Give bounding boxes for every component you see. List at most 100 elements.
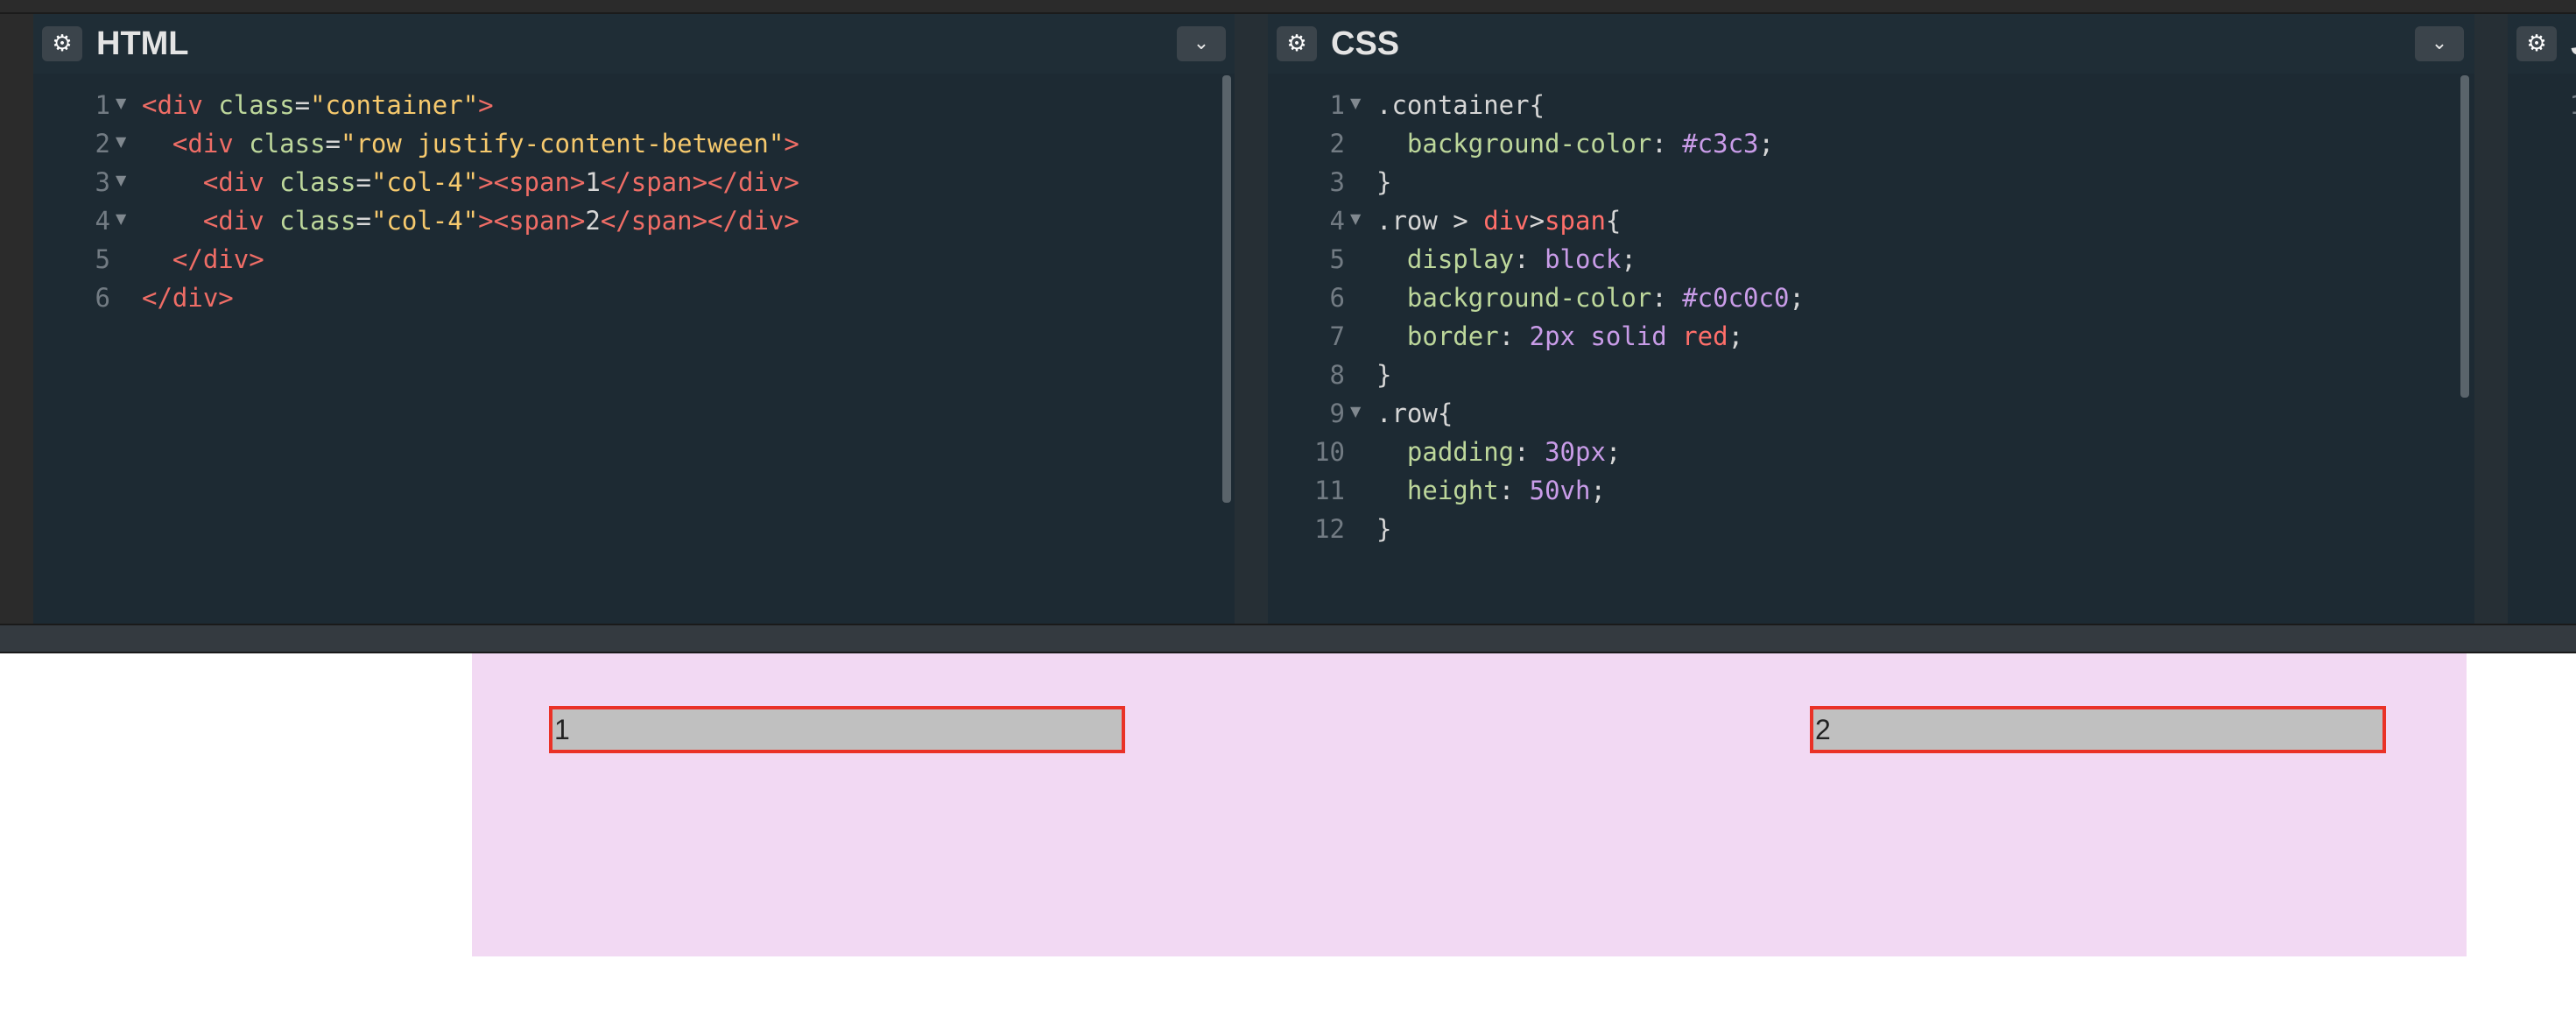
settings-gear-icon[interactable]: ⚙ bbox=[42, 26, 82, 61]
code-line[interactable]: 6 </div> bbox=[33, 279, 1235, 317]
code-token: div bbox=[1483, 206, 1530, 236]
code-token: > bbox=[784, 129, 799, 159]
code-text: .row > div>span{ bbox=[1376, 201, 1621, 240]
top-window-strip bbox=[0, 0, 2576, 14]
code-token: </span></div> bbox=[600, 206, 799, 236]
code-token: "col-4" bbox=[370, 167, 479, 197]
code-line[interactable]: 6 background-color: #c0c0c0; bbox=[1268, 279, 2474, 317]
code-token: = bbox=[294, 90, 311, 120]
fold-arrow-icon[interactable]: ▼ bbox=[1350, 200, 1361, 238]
code-token: } bbox=[1376, 514, 1392, 544]
code-token: .row{ bbox=[1376, 399, 1453, 428]
code-token: #c3c3 bbox=[1682, 129, 1759, 159]
code-token: .container{ bbox=[1376, 90, 1545, 120]
js-code-editor[interactable]: 1 bbox=[2508, 86, 2576, 624]
code-line[interactable]: 5 </div> bbox=[33, 240, 1235, 279]
css-code-editor[interactable]: 1 ▼ .container{2 background-color: #c3c3; 3… bbox=[1268, 86, 2474, 624]
code-token: block bbox=[1545, 244, 1622, 274]
settings-gear-icon[interactable]: ⚙ bbox=[2516, 26, 2557, 61]
code-line[interactable]: 7 border: 2px solid red; bbox=[1268, 317, 2474, 356]
code-line[interactable]: 8} bbox=[1268, 356, 2474, 394]
line-number: 4 bbox=[1329, 206, 1345, 236]
code-line[interactable]: 3 ▼ <div class="col-4"><span>1</span></di… bbox=[33, 163, 1235, 201]
fold-arrow-icon[interactable]: ▼ bbox=[116, 123, 126, 161]
code-line[interactable]: 9 ▼ .row{ bbox=[1268, 394, 2474, 433]
code-token: <div bbox=[202, 167, 280, 197]
code-token: : bbox=[1651, 129, 1683, 159]
code-token: 2 bbox=[585, 206, 601, 236]
fold-arrow-icon[interactable]: ▼ bbox=[116, 200, 126, 238]
fold-arrow-icon[interactable]: ▼ bbox=[116, 84, 126, 123]
code-text: <div class="col-4"><span>1</span></div> bbox=[142, 163, 799, 201]
code-token: "col-4" bbox=[370, 206, 479, 236]
css-editor-scrollbar[interactable] bbox=[2460, 75, 2469, 398]
code-text: } bbox=[1376, 163, 1391, 201]
code-text: </div> bbox=[142, 279, 234, 317]
code-token: } bbox=[1376, 360, 1392, 390]
code-text: } bbox=[1376, 510, 1391, 548]
code-token: red bbox=[1682, 321, 1728, 351]
fold-arrow-icon[interactable]: ▼ bbox=[1350, 84, 1361, 123]
line-number: 5 bbox=[1329, 244, 1345, 274]
html-panel-header: ⚙ HTML ⌄ bbox=[33, 14, 1235, 74]
chevron-down-icon[interactable]: ⌄ bbox=[2415, 26, 2464, 61]
code-line[interactable]: 11 height: 50vh; bbox=[1268, 471, 2474, 510]
code-token: </div> bbox=[172, 244, 264, 274]
code-text: height: 50vh; bbox=[1376, 471, 1606, 510]
code-token: .row > bbox=[1376, 206, 1484, 236]
code-token: > bbox=[478, 90, 494, 120]
line-number: 12 bbox=[1314, 514, 1345, 544]
code-token: : bbox=[1514, 437, 1545, 467]
line-number: 6 bbox=[95, 283, 110, 313]
code-text: <div class="col-4"><span>2</span></div> bbox=[142, 201, 799, 240]
code-token: = bbox=[355, 167, 371, 197]
fold-arrow-icon[interactable]: ▼ bbox=[1350, 392, 1361, 431]
code-line[interactable]: 1 bbox=[2508, 86, 2576, 124]
code-line[interactable]: 10 padding: 30px; bbox=[1268, 433, 2474, 471]
editor-preview-resizer[interactable] bbox=[0, 624, 2576, 653]
code-text: display: block; bbox=[1376, 240, 1636, 279]
chevron-down-icon[interactable]: ⌄ bbox=[1177, 26, 1226, 61]
code-token: background-color bbox=[1406, 283, 1652, 313]
code-token: <div bbox=[202, 206, 280, 236]
panel-divider[interactable] bbox=[2474, 14, 2508, 624]
code-line[interactable]: 5 display: block; bbox=[1268, 240, 2474, 279]
line-number: 1 bbox=[2508, 86, 2576, 124]
code-line[interactable]: 2 background-color: #c3c3; bbox=[1268, 124, 2474, 163]
code-line[interactable]: 4 ▼ .row > div>span{ bbox=[1268, 201, 2474, 240]
js-panel-header: ⚙ JS bbox=[2508, 14, 2576, 74]
html-editor-scrollbar[interactable] bbox=[1222, 75, 1231, 503]
preview-container: 1 2 bbox=[472, 653, 2467, 956]
settings-gear-icon[interactable]: ⚙ bbox=[1277, 26, 1317, 61]
code-token: ; bbox=[1621, 244, 1636, 274]
code-text: <div class="row justify-content-between"… bbox=[142, 124, 799, 163]
code-token: height bbox=[1406, 476, 1499, 505]
preview-span-2: 2 bbox=[1810, 706, 2386, 753]
code-token: padding bbox=[1406, 437, 1515, 467]
code-line[interactable]: 12} bbox=[1268, 510, 2474, 548]
js-panel-title: JS bbox=[2571, 19, 2576, 68]
css-panel-header: ⚙ CSS ⌄ bbox=[1268, 14, 2474, 74]
code-line[interactable]: 2 ▼ <div class="row justify-content-betwe… bbox=[33, 124, 1235, 163]
html-code-editor[interactable]: 1 ▼ <div class="container"> 2 ▼ <div class="… bbox=[33, 86, 1235, 624]
code-text: .row{ bbox=[1376, 394, 1453, 433]
css-panel-title: CSS bbox=[1331, 25, 1400, 62]
code-token: span bbox=[1545, 206, 1606, 236]
panel-divider[interactable] bbox=[1235, 14, 1268, 624]
code-token: class bbox=[218, 90, 295, 120]
code-token: ; bbox=[1605, 437, 1622, 467]
code-token: <div bbox=[172, 129, 250, 159]
line-number: 2 bbox=[95, 129, 110, 159]
code-line[interactable]: 1 ▼ .container{ bbox=[1268, 86, 2474, 124]
fold-arrow-icon[interactable]: ▼ bbox=[116, 161, 126, 200]
code-token: class bbox=[249, 129, 326, 159]
code-line[interactable]: 1 ▼ <div class="container"> bbox=[33, 86, 1235, 124]
line-number: 8 bbox=[1329, 360, 1345, 390]
code-line[interactable]: 4 ▼ <div class="col-4"><span>2</span></di… bbox=[33, 201, 1235, 240]
code-line[interactable]: 3} bbox=[1268, 163, 2474, 201]
